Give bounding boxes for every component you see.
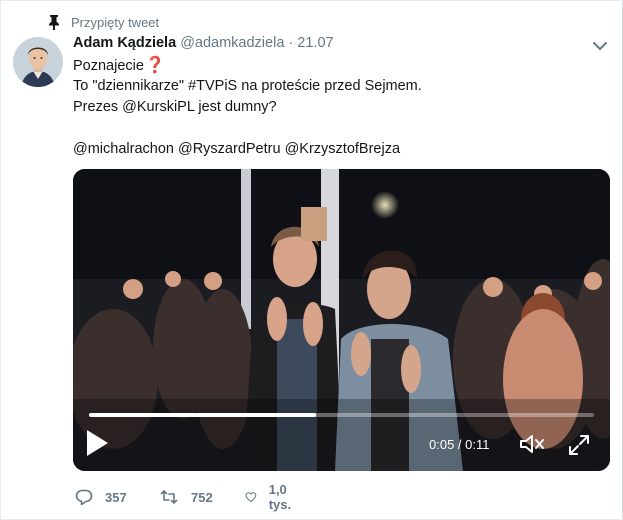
- like-button[interactable]: 1,0 tys.: [245, 482, 297, 512]
- pinned-indicator: Przypięty tweet: [47, 13, 159, 31]
- retweet-button[interactable]: 752: [159, 485, 213, 509]
- chevron-down-icon[interactable]: [591, 37, 609, 55]
- reply-count: 357: [105, 489, 127, 505]
- reply-button[interactable]: 357: [75, 485, 127, 509]
- tweet-line-4: @michalrachon @RyszardPetru @KrzysztofBr…: [73, 141, 401, 157]
- tweet-line-3: Prezes @KurskiPL jest dumny?: [73, 99, 277, 115]
- video-time: 0:05 / 0:11: [429, 437, 490, 452]
- video-player[interactable]: 0:05 / 0:11: [73, 169, 610, 471]
- tweet-line-2: To "dziennikarze" #TVPiS na proteście pr…: [73, 78, 422, 94]
- heart-icon: [245, 492, 257, 503]
- retweet-icon: [160, 490, 178, 504]
- avatar-image: [13, 37, 63, 87]
- tweet-header: Adam Kądziela @adamkadziela · 21.07: [73, 35, 334, 51]
- video-progress-bar[interactable]: [89, 413, 594, 417]
- author-handle[interactable]: @adamkadziela: [180, 35, 284, 51]
- pinned-label: Przypięty tweet: [71, 14, 160, 30]
- tweet-text: Poznajecie❓ To "dziennikarze" #TVPiS na …: [73, 55, 603, 160]
- fullscreen-icon[interactable]: [567, 433, 591, 457]
- red-question-mark-icon: ❓: [144, 57, 165, 74]
- author-name[interactable]: Adam Kądziela: [73, 35, 176, 51]
- like-count: 1,0 tys.: [268, 482, 292, 512]
- video-progress-fill: [89, 413, 317, 417]
- tweet-line-1-text: Poznajecie: [73, 58, 144, 74]
- pin-icon: [49, 15, 59, 30]
- video-frame: [73, 169, 610, 471]
- tweet-line-1: Poznajecie❓: [73, 55, 603, 76]
- retweet-count: 752: [191, 489, 213, 505]
- tweet-date[interactable]: 21.07: [297, 35, 333, 51]
- play-icon[interactable]: [83, 427, 111, 459]
- avatar[interactable]: [13, 37, 63, 87]
- tweet-card[interactable]: Przypięty tweet Adam Kądziela @adamkadzi…: [0, 0, 623, 520]
- reply-icon: [75, 489, 93, 506]
- header-separator: ·: [288, 35, 294, 51]
- mute-icon[interactable]: [519, 433, 545, 455]
